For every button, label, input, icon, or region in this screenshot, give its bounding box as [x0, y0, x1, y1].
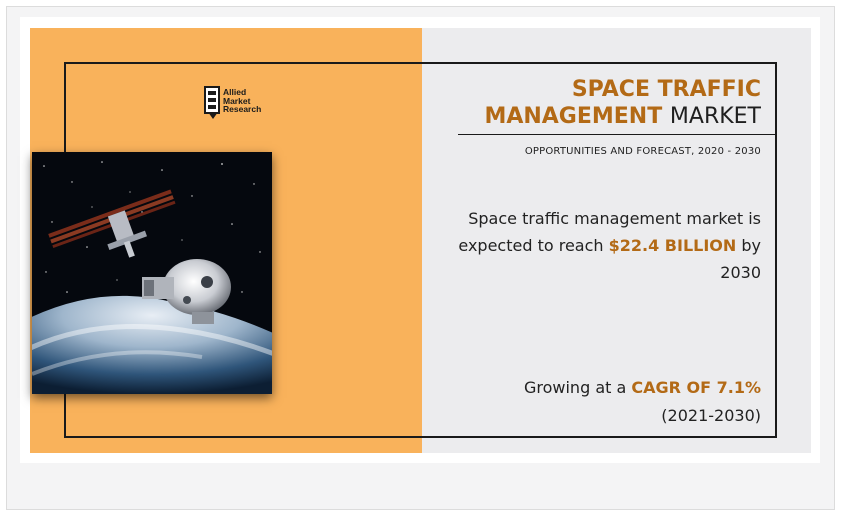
growth-statement: Growing at a CAGR OF 7.1% (2021-2030) [421, 374, 761, 430]
title-plain: MARKET [669, 104, 761, 129]
title-highlight-2: MANAGEMENT [484, 104, 663, 129]
market-value: $22.4 BILLION [608, 236, 737, 255]
space-photo [32, 152, 272, 394]
logo-pointer-icon [208, 112, 218, 119]
report-title: SPACE TRAFFIC MANAGEMENT MARKET [484, 76, 761, 130]
growth-period: (2021-2030) [661, 406, 761, 425]
stat-year: 2030 [720, 263, 761, 282]
report-subtitle: OPPORTUNITIES AND FORECAST, 2020 - 2030 [524, 146, 761, 157]
logo-text: Allied Market Research [223, 88, 261, 114]
allied-market-research-logo: Allied Market Research [204, 86, 274, 124]
cagr-value: CAGR OF 7.1% [631, 378, 761, 397]
growth-prefix: Growing at a [523, 378, 632, 397]
logo-line-3: Research [223, 104, 262, 115]
stat-suffix: by [736, 236, 761, 255]
market-size-statement: Space traffic management market is expec… [421, 205, 761, 286]
logo-icon [204, 86, 220, 114]
stat-line-1: Space traffic management market is [468, 209, 761, 228]
title-divider [458, 134, 777, 135]
space-station-illustration [32, 152, 272, 394]
title-highlight-1: SPACE TRAFFIC [571, 77, 761, 102]
stat-prefix: expected to reach [458, 236, 609, 255]
